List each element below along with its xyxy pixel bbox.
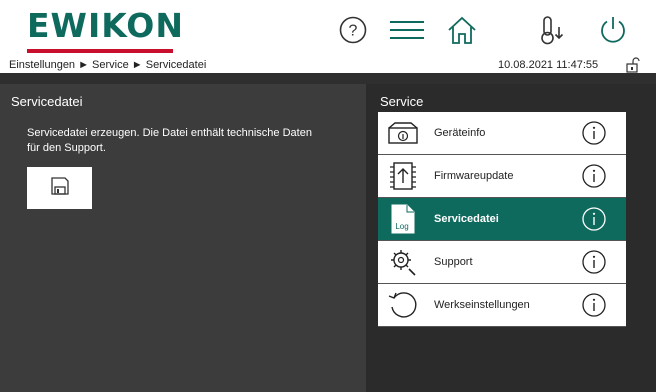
- menu-item-label: Support: [434, 256, 473, 268]
- logo-underline: [27, 49, 173, 53]
- svg-text:?: ?: [349, 23, 358, 40]
- support-gear-icon: [386, 246, 420, 278]
- power-icon[interactable]: [591, 8, 635, 52]
- page-description: Servicedatei erzeugen. Die Datei enthält…: [27, 127, 312, 154]
- logo-text: EWIKON: [27, 6, 184, 45]
- menu-item-servicedatei[interactable]: Log Servicedatei: [378, 198, 626, 241]
- menu-item-label: Servicedatei: [434, 213, 499, 225]
- info-icon[interactable]: [582, 250, 606, 274]
- datetime-display: 10.08.2021 11:47:55: [498, 59, 599, 71]
- info-icon[interactable]: [582, 164, 606, 188]
- log-icon-text: Log: [395, 222, 408, 231]
- factory-reset-icon: [386, 289, 420, 321]
- temperature-icon[interactable]: [530, 8, 574, 52]
- log-file-icon: Log: [386, 203, 420, 235]
- ewikon-logo: EWIKON: [27, 6, 183, 54]
- home-icon[interactable]: [440, 8, 484, 52]
- menu-item-label: Werkseinstellungen: [434, 299, 530, 311]
- menu-item-label: Firmwareupdate: [434, 170, 514, 182]
- menu-item-firmwareupdate[interactable]: Firmwareupdate: [378, 155, 626, 198]
- firmware-update-icon: [386, 160, 420, 192]
- device-info-icon: [386, 117, 420, 149]
- header-bar: EWIKON ? Einstellungen ► Service ► Servi…: [0, 0, 656, 73]
- info-icon[interactable]: [582, 293, 606, 317]
- save-service-file-button[interactable]: [27, 167, 92, 209]
- menu-item-label: Geräteinfo: [434, 127, 486, 139]
- menu-item-geraeteinfo[interactable]: Geräteinfo: [378, 112, 626, 155]
- service-panel-title: Service: [380, 94, 424, 109]
- breadcrumb: Einstellungen ► Service ► Servicedatei: [9, 59, 207, 71]
- info-icon[interactable]: [582, 207, 606, 231]
- menu-item-werkseinstellungen[interactable]: Werkseinstellungen: [378, 284, 626, 327]
- floppy-disk-icon: [50, 176, 70, 201]
- page-title: Servicedatei: [11, 94, 83, 109]
- lock-icon[interactable]: [626, 57, 640, 73]
- menu-icon[interactable]: [385, 8, 429, 52]
- help-icon[interactable]: ?: [331, 8, 375, 52]
- menu-item-support[interactable]: Support: [378, 241, 626, 284]
- info-icon[interactable]: [582, 121, 606, 145]
- service-menu: Geräteinfo Firmwareupdate Log Servicedat…: [378, 112, 626, 327]
